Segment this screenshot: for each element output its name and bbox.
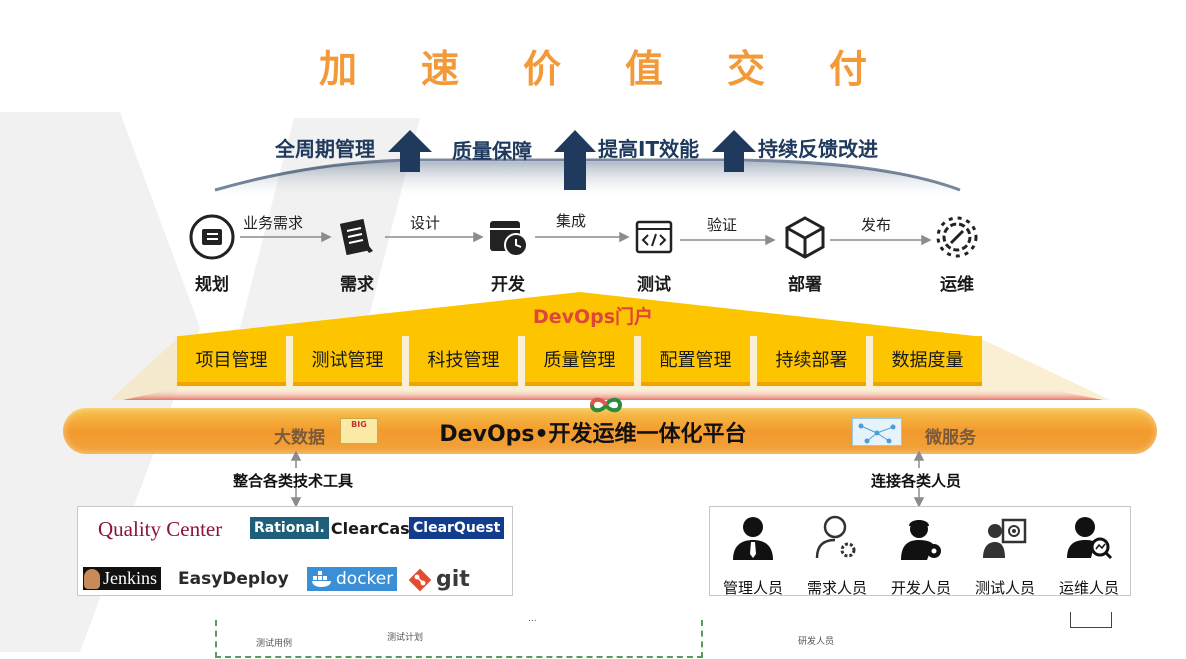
person-requirement: 需求人员 [796, 513, 878, 598]
fragment-text: 测试计划 [387, 633, 424, 643]
rational-logo: Rational. ClearCase [250, 517, 421, 539]
person-label: 开发人员 [890, 579, 951, 597]
people-title: 连接各类人员 [871, 472, 962, 490]
fragment-text: 研发人员 [798, 637, 835, 647]
person-tester: 测试人员 [964, 513, 1046, 598]
operator-icon [1064, 513, 1114, 561]
jenkins-label: Jenkins [103, 568, 157, 588]
people-box: 管理人员 需求人员 开发人员 测试人员 运维人员 [709, 506, 1131, 598]
person-label: 运维人员 [1058, 579, 1119, 597]
fragment-box [1070, 612, 1112, 628]
connector-arrows [290, 450, 925, 508]
fragment-text: 测试用例 [256, 639, 293, 649]
clearcase-label: ClearCase [330, 518, 421, 538]
tools-box: Quality Center Rational. ClearCase Clear… [77, 506, 513, 596]
easydeploy-logo: EasyDeploy [178, 569, 289, 589]
person-label: 测试人员 [974, 579, 1035, 597]
git-icon [408, 568, 432, 591]
person-manager: 管理人员 [712, 513, 794, 598]
tester-icon [980, 513, 1030, 561]
person-label: 管理人员 [722, 579, 783, 597]
requirement-staff-icon [812, 513, 862, 561]
clearquest-logo: ClearQuest [409, 517, 505, 539]
rational-label: Rational. [250, 517, 329, 539]
git-label: git [436, 567, 470, 592]
jenkins-logo: Jenkins [83, 567, 161, 590]
jenkins-icon [84, 568, 100, 589]
docker-icon [312, 571, 331, 587]
quality-center-logo: Quality Center [98, 517, 223, 541]
tools-title: 整合各类技术工具 [233, 472, 354, 490]
docker-logo: docker [307, 567, 398, 591]
fragment-text: ... [528, 614, 537, 624]
git-logo: git [408, 567, 470, 592]
developer-icon [896, 513, 946, 561]
person-developer: 开发人员 [880, 513, 962, 598]
docker-label: docker [336, 569, 394, 589]
person-operator: 运维人员 [1048, 513, 1130, 598]
manager-icon [728, 513, 778, 561]
person-label: 需求人员 [806, 579, 867, 597]
